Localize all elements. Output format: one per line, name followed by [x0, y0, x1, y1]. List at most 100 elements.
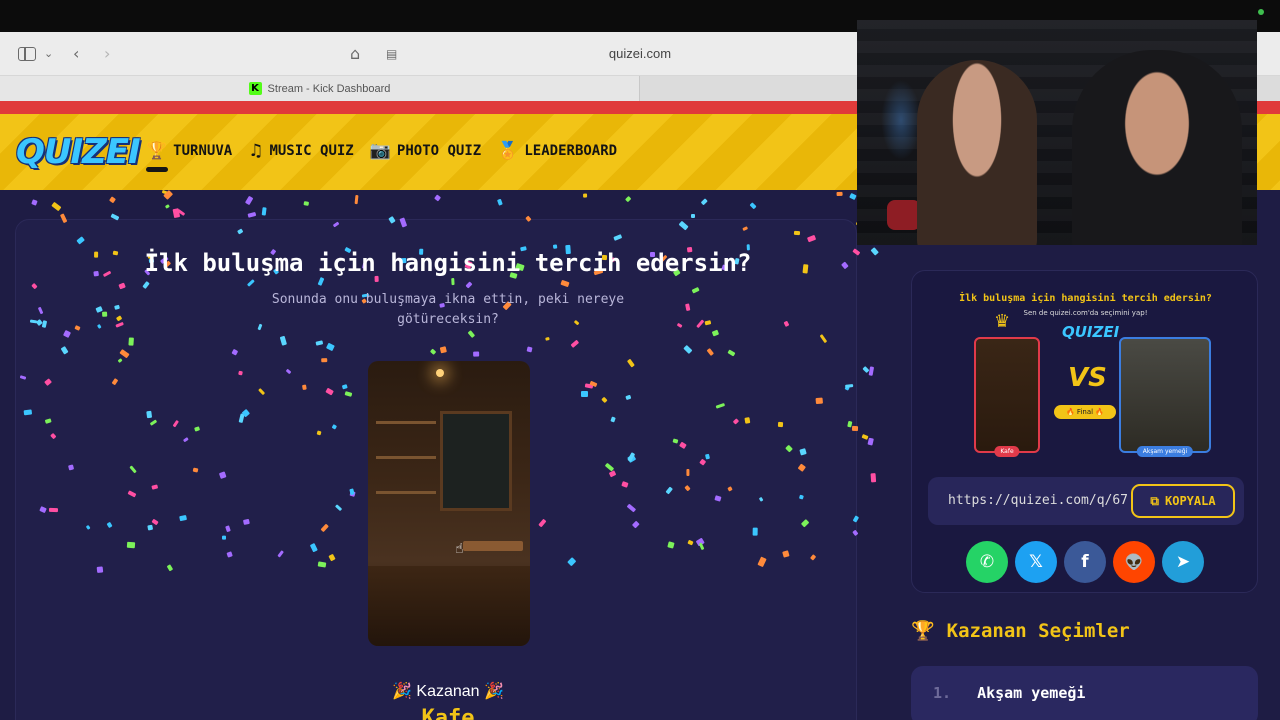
- streamer-person-left: [917, 60, 1037, 245]
- confetti-piece: [51, 202, 62, 212]
- shelf-shape: [376, 491, 436, 494]
- nav-menu: 🏆 TURNUVA ♫ MUSIC QUIZ 📷 PHOTO QUIZ 🏅 LE…: [146, 141, 617, 172]
- whatsapp-icon[interactable]: ✆: [966, 541, 1008, 583]
- preview-option-label: Akşam yemeği: [1136, 446, 1194, 457]
- webcam-overlay: [857, 20, 1257, 245]
- camera-icon: 📷: [369, 141, 391, 161]
- shelf-shape: [376, 421, 436, 424]
- forward-icon[interactable]: ›: [104, 44, 110, 64]
- confetti-piece: [794, 230, 801, 235]
- confetti-piece: [798, 447, 807, 456]
- winner-label: 🎉 Kazanan 🎉: [392, 683, 504, 700]
- webcam-red-object: [887, 200, 921, 230]
- confetti-piece: [868, 366, 875, 376]
- nav-label: PHOTO QUIZ: [396, 143, 482, 159]
- confetti-piece: [473, 351, 480, 357]
- x-glyph: 𝕏: [1029, 552, 1043, 572]
- floor-shape: [368, 566, 530, 646]
- facebook-glyph: f: [1081, 552, 1089, 572]
- sidebar-toggle-icon[interactable]: [18, 47, 36, 61]
- nav-label: MUSIC QUIZ: [269, 143, 354, 159]
- hand-cursor-icon: ☝: [455, 541, 464, 557]
- confetti-piece: [582, 193, 587, 198]
- final-badge: 🔥 Final 🔥: [1054, 405, 1116, 419]
- nav-item-turnuva[interactable]: 🏆 TURNUVA: [146, 141, 233, 172]
- recording-indicator: [1258, 9, 1264, 15]
- confetti-piece: [48, 507, 58, 512]
- trophy-icon: 🏆: [911, 620, 935, 642]
- quizei-logo[interactable]: QUIZEI: [16, 132, 141, 172]
- x-twitter-icon[interactable]: 𝕏: [1015, 541, 1057, 583]
- copy-icon: ⧉: [1150, 493, 1159, 508]
- chalkboard-shape: [440, 411, 512, 511]
- preview-subtitle: Sen de quizei.com'da seçimini yap!: [1023, 309, 1148, 317]
- confetti-piece: [749, 202, 757, 210]
- winner-name: Kafe: [421, 706, 475, 720]
- nav-label: TURNUVA: [173, 143, 233, 159]
- confetti-piece: [450, 278, 455, 286]
- back-icon[interactable]: ‹: [73, 44, 79, 64]
- share-url-box: https://quizei.com/q/67 ⧉ KOPYALA: [928, 477, 1244, 525]
- facebook-icon[interactable]: f: [1064, 541, 1106, 583]
- confetti-piece: [102, 311, 108, 318]
- confetti-piece: [700, 198, 708, 206]
- confetti-piece: [303, 201, 310, 207]
- nav-item-leaderboard[interactable]: 🏅 LEADERBOARD: [497, 141, 617, 161]
- social-share-row: ✆ 𝕏 f 👽 ➤: [966, 541, 1204, 583]
- medal-icon: 🏅: [497, 141, 519, 161]
- preview-option-right: Akşam yemeği: [1119, 337, 1211, 457]
- crown-icon: ♛: [994, 311, 1011, 332]
- confetti-piece: [685, 468, 690, 477]
- confetti-piece: [108, 196, 116, 204]
- confetti-piece: [752, 527, 759, 536]
- confetti-piece: [496, 198, 503, 206]
- nav-item-music-quiz[interactable]: ♫ MUSIC QUIZ: [248, 141, 354, 161]
- confetti-piece: [580, 391, 589, 397]
- confetti-piece: [815, 397, 823, 404]
- copy-label: KOPYALA: [1165, 494, 1216, 508]
- shelf-shape: [376, 456, 436, 459]
- nav-label: LEADERBOARD: [524, 143, 618, 159]
- confetti-piece: [164, 204, 170, 210]
- question-title: İlk buluşma için hangisini tercih edersi…: [144, 249, 752, 277]
- streamer-person-right: [1072, 50, 1242, 245]
- music-note-icon: ♫: [248, 141, 264, 161]
- winners-heading: 🏆 Kazanan Seçimler: [911, 619, 1130, 643]
- nav-active-indicator: [146, 167, 168, 172]
- list-rank: 1.: [933, 684, 952, 702]
- confetti-piece: [247, 211, 256, 218]
- confetti-piece: [690, 214, 695, 219]
- table-shape: [463, 541, 523, 551]
- confetti-piece: [852, 425, 859, 431]
- confetti-piece: [127, 541, 136, 548]
- confetti-piece: [301, 384, 307, 391]
- preview-option-left: Kafe: [974, 337, 1040, 457]
- tab-kick-dashboard[interactable]: K Stream - Kick Dashboard: [0, 76, 640, 101]
- winners-list: 1. Akşam yemeği: [911, 666, 1258, 720]
- list-label: Akşam yemeği: [977, 684, 1086, 702]
- question-subtitle: Sonunda onu buluşmaya ikna ettin, peki n…: [271, 292, 625, 327]
- home-icon[interactable]: ⌂: [350, 44, 360, 64]
- nav-item-photo-quiz[interactable]: 📷 PHOTO QUIZ: [370, 141, 481, 161]
- share-card: İlk buluşma için hangisini tercih edersi…: [911, 270, 1258, 593]
- confetti-piece: [147, 524, 153, 530]
- copy-button[interactable]: ⧉ KOPYALA: [1131, 484, 1235, 518]
- share-url-field[interactable]: https://quizei.com/q/67: [948, 493, 1128, 508]
- telegram-icon[interactable]: ➤: [1162, 541, 1204, 583]
- preview-title: İlk buluşma için hangisini tercih edersi…: [959, 293, 1212, 304]
- preview-option-label: Kafe: [994, 446, 1020, 457]
- address-bar[interactable]: quizei.com: [380, 42, 900, 66]
- vs-label: VS: [1068, 363, 1107, 393]
- chevron-down-icon[interactable]: ⌄: [44, 44, 53, 64]
- list-item[interactable]: 1. Akşam yemeği: [933, 684, 1085, 702]
- winner-image-cafe[interactable]: [368, 361, 530, 646]
- confetti-piece: [870, 472, 877, 482]
- confetti-piece: [146, 410, 153, 418]
- confetti-piece: [354, 195, 359, 205]
- preview-logo: QUIZEI: [1062, 323, 1120, 341]
- webcam-light: [881, 80, 921, 160]
- confetti-piece: [867, 437, 875, 446]
- confetti-piece: [261, 206, 268, 216]
- confetti-piece: [245, 195, 254, 206]
- reddit-icon[interactable]: 👽: [1113, 541, 1155, 583]
